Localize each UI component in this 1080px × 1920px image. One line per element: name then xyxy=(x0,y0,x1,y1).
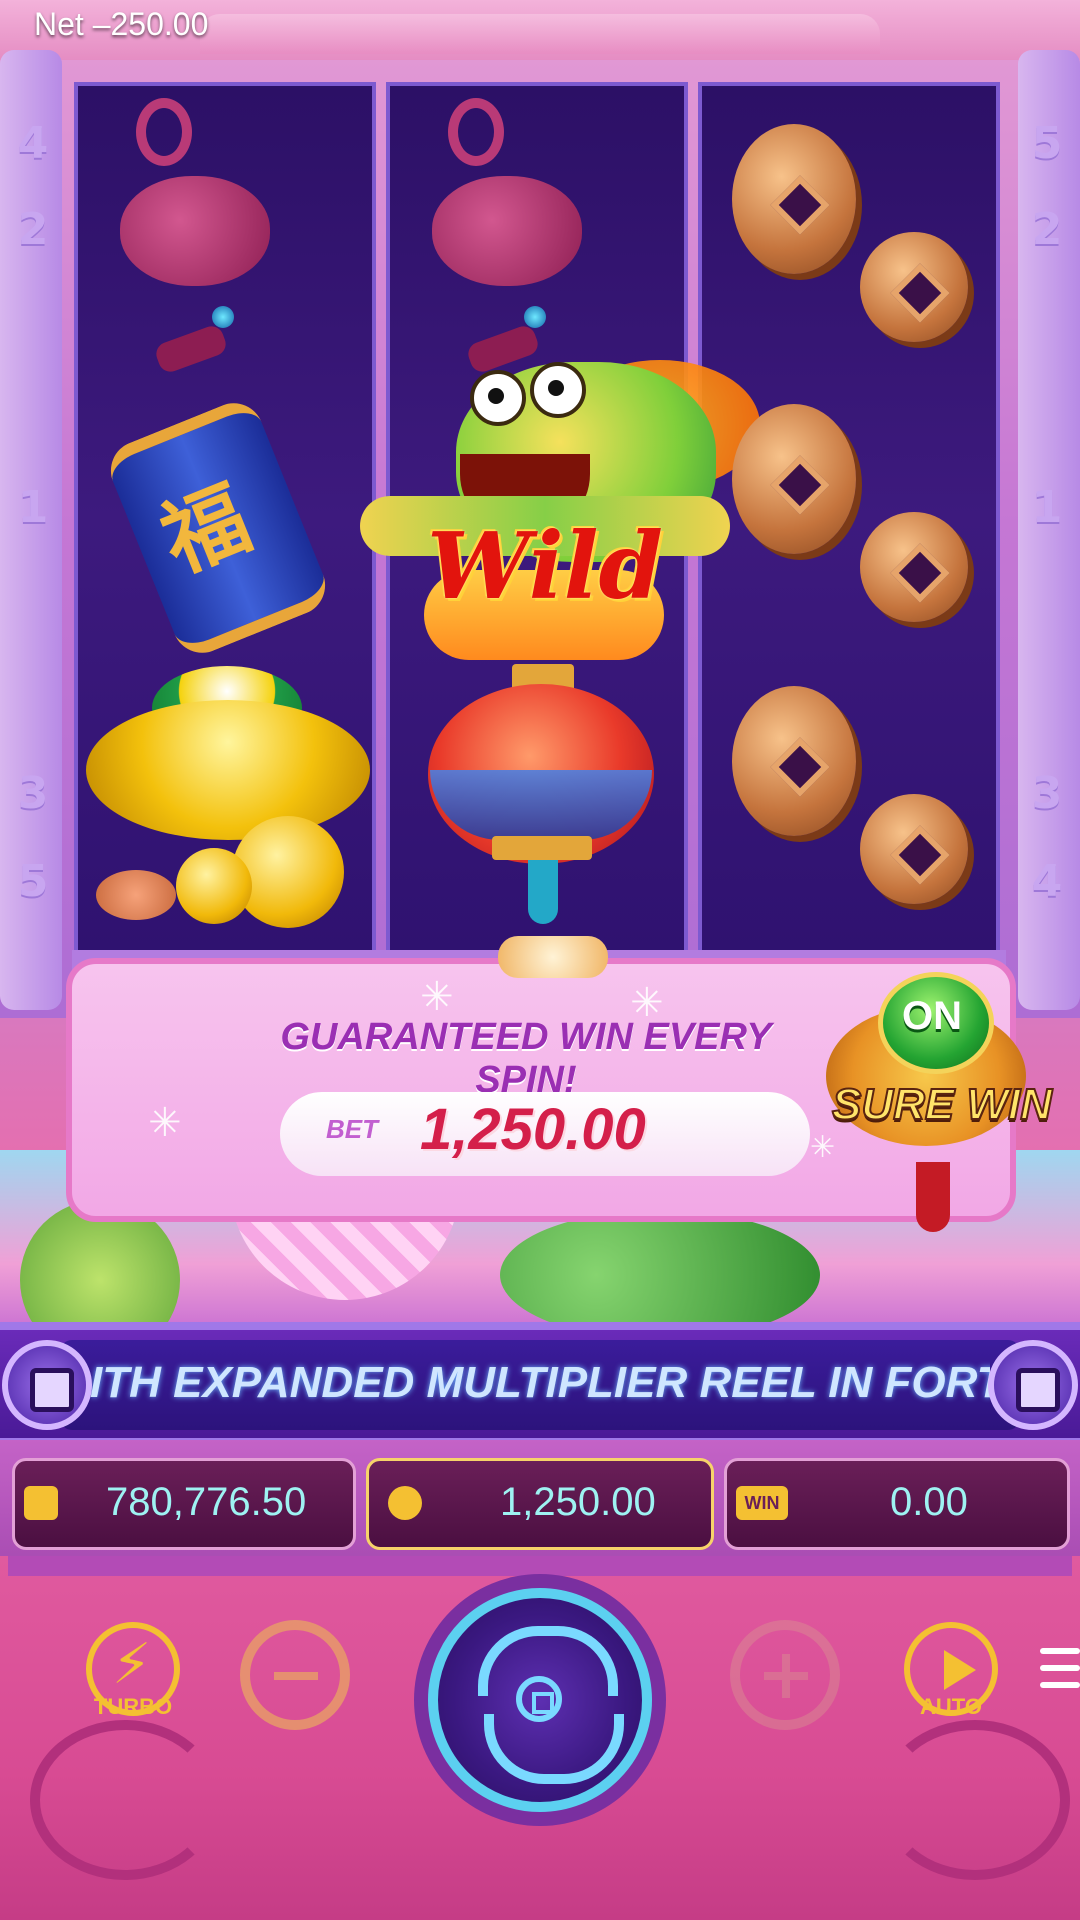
payline-number: 5 xyxy=(17,856,49,907)
sparkle-icon: ✳ xyxy=(148,1100,182,1146)
dragon-body-icon xyxy=(500,1210,820,1340)
increase-bet-button[interactable] xyxy=(730,1620,840,1730)
win-icon: WIN xyxy=(736,1486,788,1520)
sure-win-toggle[interactable]: ON SURE WIN xyxy=(826,966,1058,1232)
payline-number: 2 xyxy=(1031,204,1063,255)
plus-icon-vertical xyxy=(782,1654,790,1698)
wallet-icon xyxy=(24,1486,58,1520)
payline-number: 2 xyxy=(17,204,49,255)
hamburger-line xyxy=(1040,1682,1080,1688)
lightning-icon: ⚡ xyxy=(112,1632,152,1697)
payline-number: 4 xyxy=(1031,856,1063,907)
payline-number: 3 xyxy=(17,768,49,819)
turbo-label: TURBO xyxy=(93,1694,173,1719)
payline-number: 3 xyxy=(1031,768,1063,819)
dragon-eye xyxy=(530,362,586,418)
fu-character: 福 xyxy=(148,468,264,591)
payline-number: 1 xyxy=(1031,482,1063,533)
wild-label: Wild xyxy=(427,512,663,620)
swirl-icon xyxy=(484,1714,624,1784)
lantern-tassel xyxy=(528,860,558,924)
gold-coin-icon xyxy=(176,848,252,924)
hamburger-icon xyxy=(1040,1648,1080,1654)
net-readout: Net –250.00 xyxy=(34,6,208,43)
copper-coin-icon xyxy=(860,794,968,904)
bet-amount: 1,250.00 xyxy=(420,1097,646,1162)
bet-value: 1,250.00 xyxy=(500,1480,656,1524)
hamburger-line xyxy=(1040,1665,1080,1671)
coin-hole-icon xyxy=(516,1676,562,1722)
play-icon xyxy=(944,1650,976,1690)
lantern-band xyxy=(430,770,652,840)
sure-win-state: ON xyxy=(902,994,962,1038)
sure-win-label: SURE WIN xyxy=(831,1079,1053,1130)
frame-arch xyxy=(200,14,880,54)
copper-coin-icon xyxy=(732,124,856,274)
minus-icon xyxy=(274,1672,318,1680)
menu-button[interactable] xyxy=(1040,1648,1080,1692)
ticker-left-button[interactable] xyxy=(2,1340,92,1430)
coin-stack-icon xyxy=(388,1486,422,1520)
payline-number: 1 xyxy=(17,482,49,533)
bet-label: BET xyxy=(326,1114,378,1144)
gold-ingot-icon xyxy=(86,700,370,840)
control-panel-rim xyxy=(8,1556,1072,1576)
spin-button[interactable] xyxy=(428,1588,652,1812)
win-value: 0.00 xyxy=(890,1480,968,1524)
auto-label: AUTO xyxy=(920,1694,982,1719)
net-label: Net xyxy=(34,6,84,42)
copper-coin-icon xyxy=(96,870,176,920)
lantern-bottom-cap xyxy=(492,836,592,860)
net-value: –250.00 xyxy=(92,6,209,42)
copper-coin-icon xyxy=(732,686,856,836)
dragon-eye xyxy=(470,370,526,426)
sparkle-icon: ✳ xyxy=(420,974,454,1020)
copper-coin-icon xyxy=(732,404,856,554)
balance-value: 780,776.50 xyxy=(106,1480,307,1524)
copper-coin-icon xyxy=(860,232,968,342)
chinese-knot-icon xyxy=(312,80,614,380)
decrease-bet-button[interactable] xyxy=(240,1620,350,1730)
cloud-ornament-icon xyxy=(880,1720,1070,1880)
gold-ingot-ornament xyxy=(498,936,608,978)
ticker-right-button[interactable] xyxy=(988,1340,1078,1430)
cloud-ornament-icon xyxy=(30,1720,220,1880)
payline-number: 5 xyxy=(1031,118,1063,169)
guaranteed-win-headline: GUARANTEED WIN EVERY SPIN! xyxy=(280,1016,772,1101)
ticker-text: ITH EXPANDED MULTIPLIER REEL IN FORTUNE … xyxy=(90,1358,990,1407)
copper-coin-icon xyxy=(860,512,968,622)
payline-number: 4 xyxy=(17,118,49,169)
tassel-icon xyxy=(916,1162,950,1232)
